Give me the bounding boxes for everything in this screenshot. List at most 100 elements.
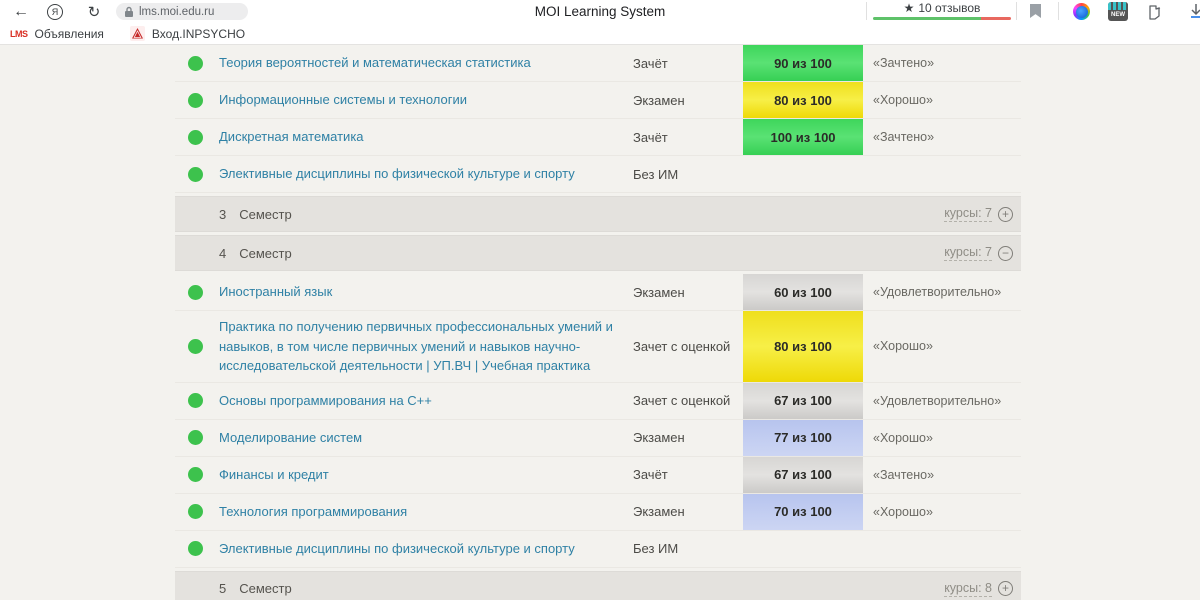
control-type-label: Без ИМ bbox=[633, 167, 743, 182]
course-link[interactable]: Технология программирования bbox=[219, 496, 633, 528]
course-link[interactable]: Финансы и кредит bbox=[219, 459, 633, 491]
grade-label: «Хорошо» bbox=[873, 93, 933, 107]
semester-number: 3 bbox=[219, 207, 226, 222]
reviews-widget[interactable]: ★ 10 отзывов bbox=[873, 1, 1011, 20]
new-extension-icon[interactable]: NEW bbox=[1108, 2, 1128, 21]
page-title: MOI Learning System bbox=[0, 0, 1200, 23]
status-dot-icon bbox=[188, 167, 203, 182]
score-cell: 80 из 100 bbox=[743, 311, 863, 382]
score-cell: 67 из 100 bbox=[743, 383, 863, 419]
semester-number: 4 bbox=[219, 246, 226, 261]
course-link[interactable]: Элективные дисциплины по физической куль… bbox=[219, 533, 633, 565]
control-type-label: Экзамен bbox=[633, 93, 743, 108]
toolbar-divider bbox=[1016, 2, 1017, 20]
course-link[interactable]: Дискретная математика bbox=[219, 121, 633, 153]
semester-label: Семестр bbox=[239, 581, 291, 596]
course-link[interactable]: Теория вероятностей и математическая ста… bbox=[219, 47, 633, 79]
grade-label: «Зачтено» bbox=[873, 56, 934, 70]
course-link[interactable]: Основы программирования на C++ bbox=[219, 385, 633, 417]
grade-label: «Зачтено» bbox=[873, 130, 934, 144]
semester-row[interactable]: 4 Семестр курсы: 7 − bbox=[175, 235, 1021, 271]
table-row[interactable]: Дискретная математика Зачёт 100 из 100 «… bbox=[175, 119, 1021, 156]
star-icon: ★ bbox=[904, 1, 915, 15]
status-dot-icon bbox=[188, 393, 203, 408]
status-dot-icon bbox=[188, 285, 203, 300]
rating-bar bbox=[873, 17, 1011, 20]
course-link[interactable]: Практика по получению первичных професси… bbox=[219, 311, 633, 382]
control-type-label: Экзамен bbox=[633, 504, 743, 519]
grade-label: «Хорошо» bbox=[873, 339, 933, 353]
score-cell: 90 из 100 bbox=[743, 45, 863, 81]
expand-toggle-icon[interactable]: − bbox=[998, 246, 1013, 261]
status-dot-icon bbox=[188, 93, 203, 108]
table-row[interactable]: Практика по получению первичных професси… bbox=[175, 311, 1021, 383]
semester-label: Семестр bbox=[239, 246, 291, 261]
course-link[interactable]: Информационные системы и технологии bbox=[219, 84, 633, 116]
status-dot-icon bbox=[188, 504, 203, 519]
table-row[interactable]: Основы программирования на C++ Зачет с о… bbox=[175, 383, 1021, 420]
grade-label: «Хорошо» bbox=[873, 505, 933, 519]
browser-extension-icon[interactable] bbox=[1073, 3, 1090, 20]
semester-label: Семестр bbox=[239, 207, 291, 222]
lms-page: Теория вероятностей и математическая ста… bbox=[0, 45, 1200, 600]
status-dot-icon bbox=[188, 467, 203, 482]
table-row[interactable]: Информационные системы и технологии Экза… bbox=[175, 82, 1021, 119]
control-type-label: Экзамен bbox=[633, 430, 743, 445]
reviews-count: 10 отзывов bbox=[918, 1, 980, 15]
semester-row[interactable]: 3 Семестр курсы: 7 + bbox=[175, 196, 1021, 232]
table-row[interactable]: Элективные дисциплины по физической куль… bbox=[175, 156, 1021, 193]
control-type-label: Без ИМ bbox=[633, 541, 743, 556]
status-dot-icon bbox=[188, 56, 203, 71]
browser-toolbar: ← Я ↻ lms.moi.edu.ru MOI Learning System… bbox=[0, 0, 1200, 23]
toolbar-divider bbox=[866, 2, 867, 20]
grades-table: Теория вероятностей и математическая ста… bbox=[175, 45, 1021, 600]
score-cell: 70 из 100 bbox=[743, 494, 863, 530]
grade-label: «Хорошо» bbox=[873, 431, 933, 445]
courses-count-link[interactable]: курсы: 8 bbox=[944, 581, 992, 597]
download-icon[interactable] bbox=[1186, 2, 1200, 20]
status-dot-icon bbox=[188, 339, 203, 354]
course-link[interactable]: Моделирование систем bbox=[219, 422, 633, 454]
rating-bar-negative bbox=[981, 17, 1011, 20]
toolbar-divider bbox=[1058, 2, 1059, 20]
score-cell: 80 из 100 bbox=[743, 82, 863, 118]
table-row[interactable]: Элективные дисциплины по физической куль… bbox=[175, 531, 1021, 568]
expand-toggle-icon[interactable]: + bbox=[998, 207, 1013, 222]
grade-label: «Удовлетворительно» bbox=[873, 285, 1001, 299]
table-row[interactable]: Финансы и кредит Зачёт 67 из 100 «Зачтен… bbox=[175, 457, 1021, 494]
table-row[interactable]: Иностранный язык Экзамен 60 из 100 «Удов… bbox=[175, 274, 1021, 311]
control-type-label: Зачет с оценкой bbox=[633, 339, 743, 354]
course-link[interactable]: Иностранный язык bbox=[219, 276, 633, 308]
grade-label: «Зачтено» bbox=[873, 468, 934, 482]
hand-icon[interactable] bbox=[1146, 2, 1166, 20]
bookmarks-bar: LMS Объявления Вход.INPSYCHO bbox=[0, 23, 1200, 45]
control-type-label: Зачёт bbox=[633, 467, 743, 482]
bookmark-item-inpsycho[interactable]: Вход.INPSYCHO bbox=[130, 26, 245, 41]
table-row[interactable]: Технология программирования Экзамен 70 и… bbox=[175, 494, 1021, 531]
score-cell: 100 из 100 bbox=[743, 119, 863, 155]
score-cell: 67 из 100 bbox=[743, 457, 863, 493]
grade-label: «Удовлетворительно» bbox=[873, 394, 1001, 408]
status-dot-icon bbox=[188, 541, 203, 556]
table-row[interactable]: Теория вероятностей и математическая ста… bbox=[175, 45, 1021, 82]
control-type-label: Зачёт bbox=[633, 56, 743, 71]
expand-toggle-icon[interactable]: + bbox=[998, 581, 1013, 596]
inpsycho-favicon bbox=[130, 26, 145, 41]
new-badge: NEW bbox=[1108, 10, 1128, 20]
control-type-label: Зачёт bbox=[633, 130, 743, 145]
courses-count-link[interactable]: курсы: 7 bbox=[944, 245, 992, 261]
score-cell: 77 из 100 bbox=[743, 420, 863, 456]
table-row[interactable]: Моделирование систем Экзамен 77 из 100 «… bbox=[175, 420, 1021, 457]
score-cell: 60 из 100 bbox=[743, 274, 863, 310]
lms-favicon: LMS bbox=[10, 29, 28, 39]
rating-bar-positive bbox=[873, 17, 981, 20]
courses-count-link[interactable]: курсы: 7 bbox=[944, 206, 992, 222]
course-link[interactable]: Элективные дисциплины по физической куль… bbox=[219, 158, 633, 190]
semester-row[interactable]: 5 Семестр курсы: 8 + bbox=[175, 571, 1021, 600]
status-dot-icon bbox=[188, 430, 203, 445]
status-dot-icon bbox=[188, 130, 203, 145]
control-type-label: Экзамен bbox=[633, 285, 743, 300]
control-type-label: Зачет с оценкой bbox=[633, 393, 743, 408]
bookmark-item-announcements[interactable]: LMS Объявления bbox=[10, 27, 104, 41]
semester-number: 5 bbox=[219, 581, 226, 596]
